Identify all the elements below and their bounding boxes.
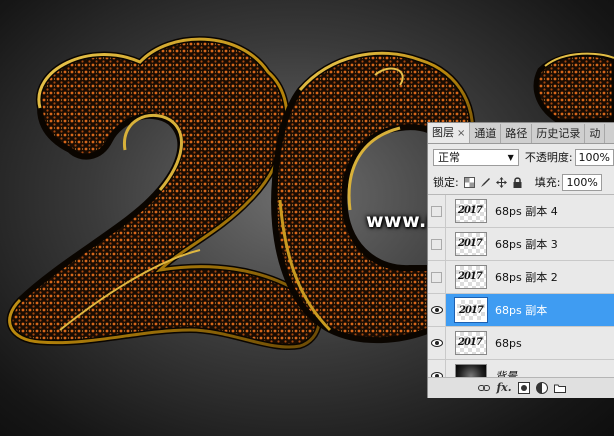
layer-row-copy-4[interactable]: 2017 68ps 副本 4 xyxy=(428,195,614,228)
layers-list: 2017 68ps 副本 4 2017 68ps 副本 3 2017 68ps … xyxy=(428,195,614,393)
adjustment-icon[interactable] xyxy=(536,382,548,394)
link-icon[interactable] xyxy=(478,382,490,394)
panel-bottom-toolbar: fx. xyxy=(428,377,614,398)
lock-all-icon[interactable] xyxy=(512,176,523,188)
layer-thumbnail: 2017 xyxy=(455,199,487,223)
tab-layers-label: 图层 xyxy=(432,126,454,139)
tab-paths[interactable]: 路径 xyxy=(501,124,533,143)
tab-channels[interactable]: 通道 xyxy=(470,124,502,143)
layer-name: 68ps 副本 3 xyxy=(495,238,558,251)
fill-label: 填充: xyxy=(534,176,561,189)
layer-name: 68ps 副本 4 xyxy=(495,205,558,218)
lock-move-icon[interactable] xyxy=(495,176,507,188)
visibility-toggle[interactable] xyxy=(428,327,446,359)
blend-row: 正常 ▼ 不透明度: 100% xyxy=(428,144,614,170)
layer-name: 68ps 副本 2 xyxy=(495,271,558,284)
eye-icon xyxy=(430,306,443,314)
opacity-label: 不透明度: xyxy=(524,151,573,164)
lock-transparent-icon[interactable] xyxy=(463,176,475,188)
lock-brush-icon[interactable] xyxy=(480,177,491,188)
lock-label: 锁定: xyxy=(433,176,459,189)
layer-thumbnail: 2017 xyxy=(454,297,488,323)
visibility-toggle[interactable] xyxy=(428,261,446,293)
folder-icon[interactable] xyxy=(554,382,566,394)
visibility-toggle[interactable] xyxy=(428,294,446,326)
visibility-off-box xyxy=(431,205,442,217)
layer-row-copy-2[interactable]: 2017 68ps 副本 2 xyxy=(428,261,614,294)
layer-thumbnail: 2017 xyxy=(455,232,487,256)
mask-icon[interactable] xyxy=(518,382,530,394)
fx-icon[interactable]: fx. xyxy=(496,382,512,394)
blend-mode-value: 正常 xyxy=(438,151,460,164)
panel-tab-bar: 图层 × 通道 路径 历史记录 动 xyxy=(428,123,614,144)
lock-row: 锁定: 填充: 100% xyxy=(428,170,614,195)
fill-input[interactable]: 100% xyxy=(562,173,602,191)
visibility-toggle[interactable] xyxy=(428,228,446,260)
layer-thumbnail: 2017 xyxy=(455,331,487,355)
tab-layers[interactable]: 图层 × xyxy=(428,123,471,143)
visibility-off-box xyxy=(431,271,442,283)
layer-row-68ps[interactable]: 2017 68ps xyxy=(428,327,614,360)
chevron-down-icon: ▼ xyxy=(507,152,514,162)
eye-icon xyxy=(430,339,443,347)
tab-actions[interactable]: 动 xyxy=(585,124,606,143)
visibility-toggle[interactable] xyxy=(428,195,446,227)
opacity-input[interactable]: 100% xyxy=(574,148,614,166)
layer-name: 68ps xyxy=(495,336,522,350)
layer-thumbnail: 2017 xyxy=(455,265,487,289)
layer-row-copy-3[interactable]: 2017 68ps 副本 3 xyxy=(428,228,614,261)
close-icon[interactable]: × xyxy=(457,128,465,139)
blend-mode-select[interactable]: 正常 ▼ xyxy=(433,148,519,166)
digit-partial-shape xyxy=(533,51,614,125)
layers-panel: 图层 × 通道 路径 历史记录 动 正常 ▼ 不透明度: 100% 锁定: 填充:… xyxy=(427,122,614,398)
visibility-off-box xyxy=(431,238,442,250)
layer-row-copy[interactable]: 2017 68ps 副本 xyxy=(428,294,614,327)
tab-history[interactable]: 历史记录 xyxy=(532,124,586,143)
layer-name: 68ps 副本 xyxy=(495,304,548,317)
